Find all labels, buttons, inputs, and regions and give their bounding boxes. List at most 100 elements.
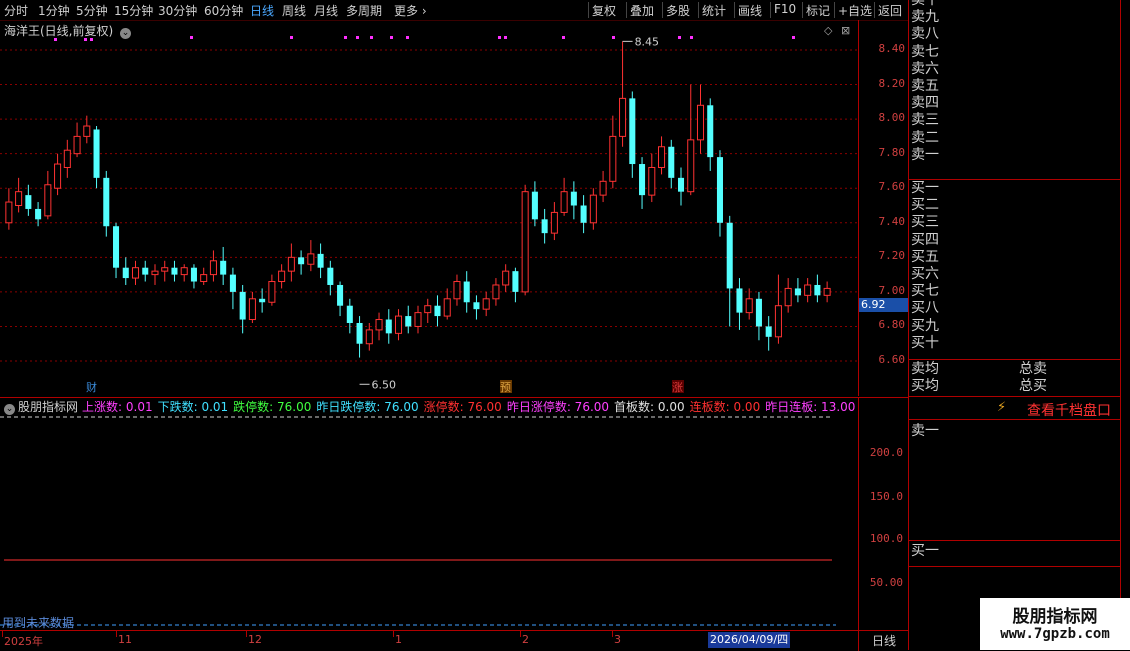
buy-level-2: 买二	[911, 197, 939, 214]
diamond-icon[interactable]: ◇	[824, 24, 833, 37]
price-tick: 7.60	[878, 180, 906, 194]
event-badge-2[interactable]: 涨	[672, 380, 684, 394]
buy-level-9: 买九	[911, 317, 939, 334]
period-tab-7[interactable]: 周线	[282, 2, 306, 19]
candle-body	[648, 166, 656, 196]
period-tab-3[interactable]: 15分钟	[114, 2, 153, 19]
toolbar-separator	[874, 2, 875, 18]
candle-body	[434, 305, 441, 317]
candle-body	[259, 298, 266, 303]
price-tick: 6.60	[878, 353, 906, 366]
candle-body	[190, 267, 197, 282]
candle-body	[44, 184, 52, 217]
candle-body	[229, 274, 236, 292]
toolbar-separator	[698, 2, 699, 18]
candle-body	[531, 191, 538, 220]
candle-body	[248, 298, 256, 321]
price-tick: 7.80	[878, 145, 906, 159]
buy-level-1: 买一	[911, 180, 939, 196]
side-strip[interactable]	[1120, 0, 1130, 650]
date-tick-mark	[116, 631, 117, 637]
period-tab-10[interactable]: 更多 ›	[394, 2, 427, 19]
event-dot	[612, 36, 615, 39]
candle-body	[599, 180, 607, 196]
period-tab-1[interactable]: 1分钟	[38, 2, 70, 19]
buy-level-6: 买六	[911, 266, 939, 282]
candle-body	[696, 104, 705, 141]
candle-body	[15, 191, 23, 207]
action-button-6[interactable]: 标记	[806, 2, 830, 19]
chevron-down-icon[interactable]: ⌄	[4, 404, 15, 415]
sell-level-4: 卖四	[911, 95, 939, 112]
candle-body	[365, 329, 373, 345]
total-sell-label: 总卖	[1019, 361, 1047, 377]
event-dot	[344, 36, 347, 39]
candlestick-chart[interactable]: 8.45 6.50 财 预 涨 ◇ ⊠	[0, 20, 858, 396]
candle-body	[307, 253, 315, 265]
action-button-7[interactable]: +自选	[838, 2, 872, 19]
watermark-title: 股朋指标网	[1012, 607, 1098, 627]
toolbar-separator	[588, 2, 589, 18]
candle-body	[745, 298, 753, 314]
indicator-chart[interactable]	[0, 415, 858, 630]
candle-body	[512, 271, 519, 292]
action-button-3[interactable]: 统计	[702, 2, 726, 19]
candle-body	[765, 326, 772, 337]
sell-level-6: 卖六	[911, 60, 939, 77]
period-tab-2[interactable]: 5分钟	[76, 2, 108, 19]
candle-body	[337, 284, 344, 306]
period-tab-9[interactable]: 多周期	[346, 2, 382, 19]
watermark-url: www.7gpzb.com	[1000, 626, 1110, 642]
indicator-value-1: 下跌数: 0.01	[157, 400, 229, 414]
ten-level-button[interactable]: 查看千档盘口	[1027, 400, 1111, 420]
period-tab-6[interactable]: 日线	[250, 2, 274, 19]
candle-body	[707, 105, 714, 158]
low-price-label: 6.50	[372, 378, 397, 391]
orderbook-divider	[909, 179, 1121, 180]
candle-body	[482, 298, 490, 310]
period-label[interactable]: 日线	[858, 630, 909, 651]
candle-body	[375, 319, 383, 331]
period-tab-0[interactable]: 分时	[4, 2, 28, 19]
candle-body	[394, 315, 403, 334]
period-tab-8[interactable]: 月线	[314, 2, 338, 19]
event-dot	[792, 36, 795, 39]
candle-body	[560, 191, 568, 213]
event-dot	[370, 36, 373, 39]
event-badge-1[interactable]: 预	[500, 380, 512, 394]
date-axis: 2025年 11 12 1 2 3 2026/04/09/四	[0, 630, 858, 651]
action-button-1[interactable]: 叠加	[630, 2, 654, 19]
chevron-right-icon[interactable]: ›	[422, 4, 427, 18]
sell-level-1: 卖一	[911, 146, 939, 163]
action-button-4[interactable]: 画线	[738, 2, 762, 19]
event-dot	[356, 36, 359, 39]
indicator-header: ⌄ 股朋指标网 上涨数: 0.01 下跌数: 0.01 跌停数: 76.00 昨日跌停数:…	[0, 397, 858, 416]
indicator-value-6: 首板数: 0.00	[614, 400, 685, 414]
indicator-tick: 100.0	[869, 532, 903, 545]
close-icon[interactable]: ⊠	[841, 24, 850, 37]
candle-body	[200, 274, 208, 283]
price-tick: 7.40	[878, 214, 906, 228]
toolbar-separator	[802, 2, 803, 18]
event-dot	[690, 36, 693, 39]
action-button-5[interactable]: F10	[774, 2, 796, 16]
period-tab-4[interactable]: 30分钟	[158, 2, 197, 19]
candle-body	[736, 288, 743, 313]
candle-body	[35, 208, 42, 220]
indicator-name[interactable]: 股朋指标网	[18, 400, 78, 414]
price-tick: 8.00	[878, 111, 906, 125]
action-button-0[interactable]: 复权	[592, 2, 616, 19]
indicator-value-3: 昨日跌停数: 76.00	[316, 400, 419, 414]
candle-body	[151, 270, 159, 276]
candle-body	[287, 256, 295, 272]
sell-level-7: 卖七	[911, 43, 939, 60]
event-dot	[406, 36, 409, 39]
event-badge-0[interactable]: 财	[86, 380, 98, 394]
action-button-2[interactable]: 多股	[666, 2, 690, 19]
toolbar-separator	[662, 2, 663, 18]
period-tab-5[interactable]: 60分钟	[204, 2, 243, 19]
action-button-8[interactable]: 返回	[878, 2, 902, 19]
candle-body	[54, 163, 62, 189]
candle-body	[171, 267, 178, 275]
candle-body	[823, 287, 831, 296]
